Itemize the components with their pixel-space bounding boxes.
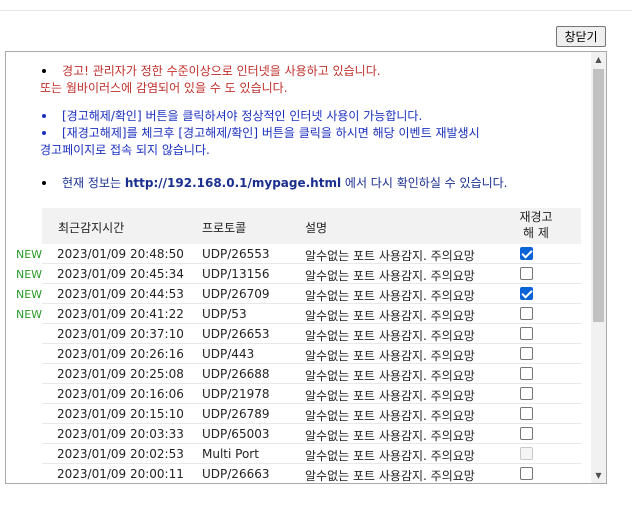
row-description: 알수없는 포트 사용감지. 주의요망 [305, 369, 475, 383]
table-row: 2023/01/09 20:26:16 UDP/443 알수없는 포트 사용감지. … [6, 344, 592, 364]
close-window-button[interactable]: 창닫기 [556, 26, 606, 47]
info-url-link[interactable]: http://192.168.0.1/mypage.html [125, 176, 341, 190]
row-description: 알수없는 포트 사용감지. 주의요망 [305, 269, 475, 283]
header-description: 설명 [305, 221, 328, 235]
reset-checkbox[interactable] [520, 467, 533, 480]
reset-checkbox[interactable] [520, 347, 533, 360]
row-time: 2023/01/09 20:44:53 [57, 287, 184, 301]
bullet-icon [42, 131, 46, 135]
table-row: 2023/01/09 20:00:11 UDP/26663 알수없는 포트 사용감지… [6, 464, 592, 483]
row-description: 알수없는 포트 사용감지. 주의요망 [305, 449, 475, 463]
header-reset-line-2: 해 제 [523, 226, 549, 240]
row-protocol: UDP/26653 [202, 327, 270, 341]
row-protocol: UDP/443 [202, 347, 255, 361]
header-reset-line-1: 재경고 [519, 210, 553, 224]
table-row: 2023/01/09 20:02:53 Multi Port 알수없는 포트 사용감… [6, 444, 592, 464]
instruction-2-line-2: 경고페이지로 접속 되지 않습니다. [40, 143, 210, 157]
instruction-message-2: [재경고해제]를 체크후 [경고해제/확인] 버튼을 클릭을 하시면 해당 이벤… [6, 125, 592, 159]
warning-line-2: 또는 웜바이러스에 감염되어 있을 수 도 있습니다. [40, 81, 288, 95]
row-protocol: UDP/26709 [202, 287, 270, 301]
bullet-icon [42, 114, 46, 118]
alert-content: 경고! 관리자가 정한 수준이상으로 인터넷을 사용하고 있습니다. 또는 웜바… [6, 52, 592, 483]
reset-checkbox [520, 447, 533, 460]
info-suffix: 에서 다시 확인하실 수 있습니다. [344, 176, 508, 190]
row-description: 알수없는 포트 사용감지. 주의요망 [305, 389, 475, 403]
row-time: 2023/01/09 20:00:11 [57, 467, 184, 481]
row-description: 알수없는 포트 사용감지. 주의요망 [305, 469, 475, 483]
row-description: 알수없는 포트 사용감지. 주의요망 [305, 289, 475, 303]
warning-message: 경고! 관리자가 정한 수준이상으로 인터넷을 사용하고 있습니다. 또는 웜바… [6, 63, 592, 97]
header-reset: 재경고 해 제 [516, 209, 556, 241]
row-time: 2023/01/09 20:41:22 [57, 307, 184, 321]
chevron-up-icon[interactable]: ▲ [591, 52, 606, 67]
table-row: NEW 2023/01/09 20:45:34 UDP/13156 알수없는 포트 사… [6, 264, 592, 284]
table-row: 2023/01/09 20:03:33 UDP/65003 알수없는 포트 사용감지… [6, 424, 592, 444]
reset-checkbox[interactable] [520, 367, 533, 380]
row-time: 2023/01/09 20:48:50 [57, 247, 184, 261]
new-badge: NEW [16, 308, 43, 321]
row-description: 알수없는 포트 사용감지. 주의요망 [305, 409, 475, 423]
row-time: 2023/01/09 20:26:16 [57, 347, 184, 361]
alert-panel: 경고! 관리자가 정한 수준이상으로 인터넷을 사용하고 있습니다. 또는 웜바… [5, 51, 607, 484]
row-time: 2023/01/09 20:15:10 [57, 407, 184, 421]
row-protocol: UDP/26789 [202, 407, 270, 421]
reset-checkbox[interactable] [520, 387, 533, 400]
table-row: NEW 2023/01/09 20:44:53 UDP/26709 알수없는 포트 사… [6, 284, 592, 304]
row-time: 2023/01/09 20:03:33 [57, 427, 184, 441]
instruction-2-line-1: [재경고해제]를 체크후 [경고해제/확인] 버튼을 클릭을 하시면 해당 이벤… [62, 126, 480, 140]
header-protocol: 프로토콜 [202, 221, 247, 235]
bullet-icon [42, 181, 46, 185]
row-protocol: UDP/65003 [202, 427, 270, 441]
row-time: 2023/01/09 20:25:08 [57, 367, 184, 381]
row-protocol: UDP/13156 [202, 267, 270, 281]
row-description: 알수없는 포트 사용감지. 주의요망 [305, 249, 475, 263]
chevron-down-icon[interactable]: ▼ [591, 468, 606, 483]
bullet-icon [42, 69, 46, 73]
row-protocol: Multi Port [202, 447, 259, 461]
row-time: 2023/01/09 20:37:10 [57, 327, 184, 341]
row-protocol: UDP/26553 [202, 247, 270, 261]
row-protocol: UDP/26688 [202, 367, 270, 381]
top-divider [0, 10, 632, 11]
reset-checkbox[interactable] [520, 307, 533, 320]
instruction-1-text: [경고해제/확인] 버튼을 클릭하셔야 정상적인 인터넷 사용이 가능합니다. [62, 109, 423, 123]
row-protocol: UDP/21978 [202, 387, 270, 401]
reset-checkbox[interactable] [520, 287, 533, 300]
instruction-message-1: [경고해제/확인] 버튼을 클릭하셔야 정상적인 인터넷 사용이 가능합니다. [6, 108, 592, 125]
table-row: 2023/01/09 20:37:10 UDP/26653 알수없는 포트 사용감지… [6, 324, 592, 344]
row-description: 알수없는 포트 사용감지. 주의요망 [305, 309, 475, 323]
reset-checkbox[interactable] [520, 407, 533, 420]
row-description: 알수없는 포트 사용감지. 주의요망 [305, 349, 475, 363]
scroll-thumb[interactable] [593, 69, 604, 322]
row-time: 2023/01/09 20:02:53 [57, 447, 184, 461]
table-header: 최근감지시간 프로토콜 설명 재경고 해 제 [42, 208, 581, 244]
table-row: NEW 2023/01/09 20:41:22 UDP/53 알수없는 포트 사용감지… [6, 304, 592, 324]
header-time: 최근감지시간 [58, 221, 125, 235]
table-row: NEW 2023/01/09 20:48:50 UDP/26553 알수없는 포트 사… [6, 244, 592, 264]
row-protocol: UDP/26663 [202, 467, 270, 481]
new-badge: NEW [16, 248, 43, 261]
row-description: 알수없는 포트 사용감지. 주의요망 [305, 429, 475, 443]
reset-checkbox[interactable] [520, 327, 533, 340]
reset-checkbox[interactable] [520, 247, 533, 260]
row-time: 2023/01/09 20:45:34 [57, 267, 184, 281]
new-badge: NEW [16, 288, 43, 301]
info-message: 현재 정보는 http://192.168.0.1/mypage.html 에서… [6, 175, 592, 192]
scrollbar[interactable]: ▲ ▼ [591, 52, 606, 483]
reset-checkbox[interactable] [520, 267, 533, 280]
row-time: 2023/01/09 20:16:06 [57, 387, 184, 401]
table-row: 2023/01/09 20:15:10 UDP/26789 알수없는 포트 사용감지… [6, 404, 592, 424]
table-row: 2023/01/09 20:25:08 UDP/26688 알수없는 포트 사용감지… [6, 364, 592, 384]
warning-line-1: 경고! 관리자가 정한 수준이상으로 인터넷을 사용하고 있습니다. [62, 64, 381, 78]
row-description: 알수없는 포트 사용감지. 주의요망 [305, 329, 475, 343]
table-row: 2023/01/09 20:16:06 UDP/21978 알수없는 포트 사용감지… [6, 384, 592, 404]
reset-checkbox[interactable] [520, 427, 533, 440]
info-prefix: 현재 정보는 [62, 176, 122, 190]
row-protocol: UDP/53 [202, 307, 247, 321]
new-badge: NEW [16, 268, 43, 281]
